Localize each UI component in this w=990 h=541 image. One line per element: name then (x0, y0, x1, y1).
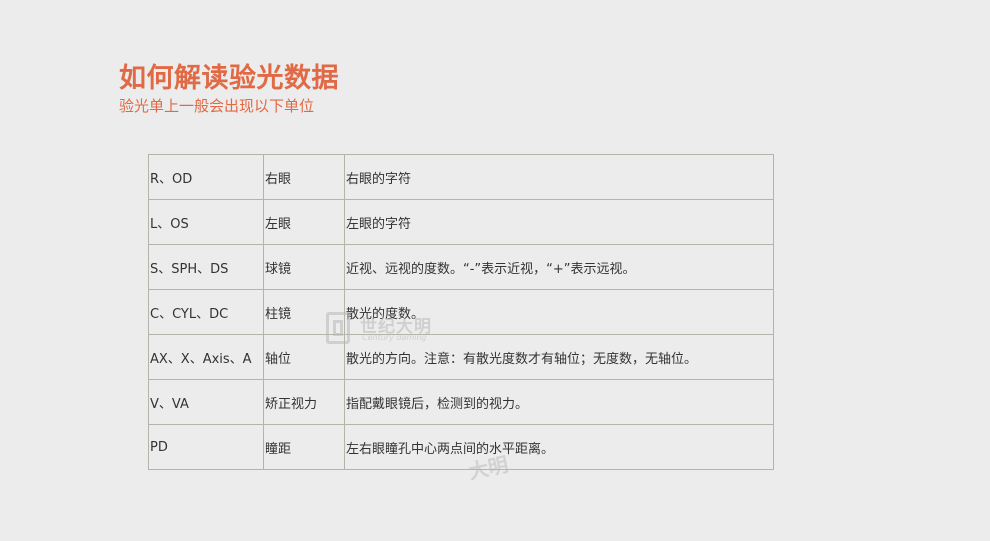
unit-description-cell: 散光的方向。注意：有散光度数才有轴位；无度数，无轴位。 (344, 334, 774, 380)
table-row: C、CYL、DC 柱镜 散光的度数。 (148, 289, 774, 335)
unit-code-cell: L、OS (148, 199, 264, 245)
unit-name-cell: 轴位 (263, 334, 345, 380)
unit-code-cell: V、VA (148, 379, 264, 425)
optometry-units-table: R、OD 右眼 右眼的字符 L、OS 左眼 左眼的字符 S、SPH、DS 球镜 … (148, 154, 774, 470)
unit-code-cell: AX、X、Axis、A (148, 334, 264, 380)
table-row: AX、X、Axis、A 轴位 散光的方向。注意：有散光度数才有轴位；无度数，无轴… (148, 334, 774, 380)
unit-description-cell: 指配戴眼镜后，检测到的视力。 (344, 379, 774, 425)
table-row: S、SPH、DS 球镜 近视、远视的度数。“-”表示近视，“+”表示远视。 (148, 244, 774, 290)
unit-code-cell: S、SPH、DS (148, 244, 264, 290)
unit-description-cell: 左右眼瞳孔中心两点间的水平距离。 (344, 424, 774, 470)
unit-name-cell: 柱镜 (263, 289, 345, 335)
unit-code-cell: PD (148, 424, 264, 470)
unit-description-cell: 右眼的字符 (344, 154, 774, 200)
unit-code-cell: C、CYL、DC (148, 289, 264, 335)
unit-name-cell: 右眼 (263, 154, 345, 200)
unit-name-cell: 球镜 (263, 244, 345, 290)
table-row: L、OS 左眼 左眼的字符 (148, 199, 774, 245)
unit-description-cell: 近视、远视的度数。“-”表示近视，“+”表示远视。 (344, 244, 774, 290)
unit-name-cell: 瞳距 (263, 424, 345, 470)
unit-code-cell: R、OD (148, 154, 264, 200)
table-row: V、VA 矫正视力 指配戴眼镜后，检测到的视力。 (148, 379, 774, 425)
unit-description-cell: 左眼的字符 (344, 199, 774, 245)
unit-description-cell: 散光的度数。 (344, 289, 774, 335)
table-row: R、OD 右眼 右眼的字符 (148, 154, 774, 200)
page-subtitle: 验光单上一般会出现以下单位 (119, 97, 315, 115)
page-title: 如何解读验光数据 (119, 63, 339, 94)
table-row: PD 瞳距 左右眼瞳孔中心两点间的水平距离。 (148, 424, 774, 470)
unit-name-cell: 矫正视力 (263, 379, 345, 425)
unit-name-cell: 左眼 (263, 199, 345, 245)
